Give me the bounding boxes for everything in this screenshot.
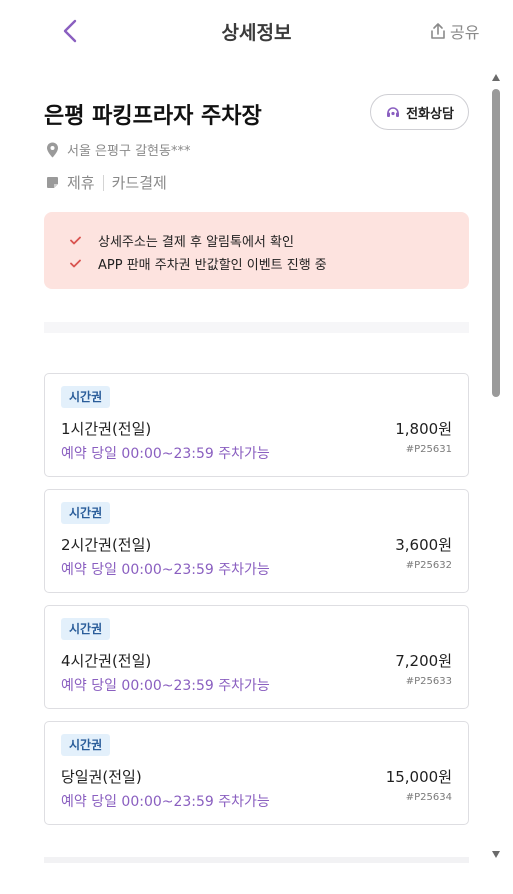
ticket-type-badge: 시간권 — [61, 618, 111, 640]
headset-icon — [387, 107, 400, 117]
ticket-availability: 예약 당일 00:00~23:59 주차가능 — [61, 794, 270, 810]
ticket-price: 3,600원 — [395, 536, 452, 554]
detail-content: 은평 파킹프라자 주차장 전화상담 서울 은평구 갈현동*** 제휴 카드결제 — [0, 62, 490, 894]
share-button[interactable]: 공유 — [430, 19, 479, 43]
parking-lot-name: 은평 파킹프라자 주차장 — [44, 104, 262, 129]
check-icon — [70, 259, 81, 268]
section-divider — [44, 857, 469, 863]
scroll-up-arrow-icon[interactable] — [492, 74, 500, 81]
ticket-price: 1,800원 — [395, 420, 452, 438]
ticket-availability: 예약 당일 00:00~23:59 주차가능 — [61, 678, 270, 694]
ticket-type-badge: 시간권 — [61, 502, 111, 524]
ticket-code: #P25632 — [405, 560, 452, 571]
notice-box: 상세주소는 결제 후 알림톡에서 확인 APP 판매 주차권 반값할인 이벤트 … — [44, 212, 469, 289]
share-label: 공유 — [450, 23, 480, 42]
ticket-name: 2시간권(전일) — [61, 536, 152, 554]
tag-card-payment: 카드결제 — [111, 174, 167, 192]
ticket-type-badge: 시간권 — [61, 734, 111, 756]
ticket-code: #P25631 — [405, 444, 452, 455]
notice-text: 상세주소는 결제 후 알림톡에서 확인 — [98, 235, 294, 250]
tag-partner: 제휴 — [67, 174, 95, 192]
notice-item: APP 판매 주차권 반값할인 이벤트 진행 중 — [70, 252, 469, 275]
address-row: 서울 은평구 갈현동*** — [46, 140, 190, 159]
ticket-card[interactable]: 시간권 당일권(전일) 예약 당일 00:00~23:59 주차가능 15,00… — [44, 721, 469, 825]
ticket-card[interactable]: 시간권 4시간권(전일) 예약 당일 00:00~23:59 주차가능 7,20… — [44, 605, 469, 709]
ticket-card[interactable]: 시간권 1시간권(전일) 예약 당일 00:00~23:59 주차가능 1,80… — [44, 373, 469, 477]
ticket-price: 15,000원 — [385, 768, 452, 786]
upload-share-icon — [431, 23, 445, 39]
tag-row: 제휴 카드결제 — [46, 172, 167, 193]
top-header: 상세정보 공유 — [0, 0, 513, 62]
location-pin-icon — [47, 142, 58, 157]
vertical-scrollbar[interactable] — [490, 62, 502, 862]
phone-consult-button[interactable]: 전화상담 — [370, 94, 469, 130]
ticket-name: 4시간권(전일) — [61, 652, 152, 670]
check-icon — [70, 236, 81, 245]
note-tag-icon — [47, 177, 58, 188]
ticket-card[interactable]: 시간권 2시간권(전일) 예약 당일 00:00~23:59 주차가능 3,60… — [44, 489, 469, 593]
notice-item: 상세주소는 결제 후 알림톡에서 확인 — [70, 229, 469, 252]
ticket-code: #P25634 — [405, 792, 452, 803]
section-divider — [44, 322, 469, 333]
scroll-down-arrow-icon[interactable] — [492, 851, 500, 858]
ticket-name: 당일권(전일) — [61, 768, 142, 786]
ticket-type-badge: 시간권 — [61, 386, 111, 408]
tag-divider — [102, 174, 104, 191]
ticket-name: 1시간권(전일) — [61, 420, 152, 438]
ticket-price: 7,200원 — [395, 652, 452, 670]
ticket-availability: 예약 당일 00:00~23:59 주차가능 — [61, 562, 270, 578]
address-text: 서울 은평구 갈현동*** — [67, 144, 191, 159]
scrollbar-thumb[interactable] — [492, 89, 500, 397]
phone-consult-label: 전화상담 — [406, 106, 454, 122]
ticket-code: #P25633 — [405, 676, 452, 687]
notice-text: APP 판매 주차권 반값할인 이벤트 진행 중 — [98, 258, 327, 273]
ticket-availability: 예약 당일 00:00~23:59 주차가능 — [61, 446, 270, 462]
